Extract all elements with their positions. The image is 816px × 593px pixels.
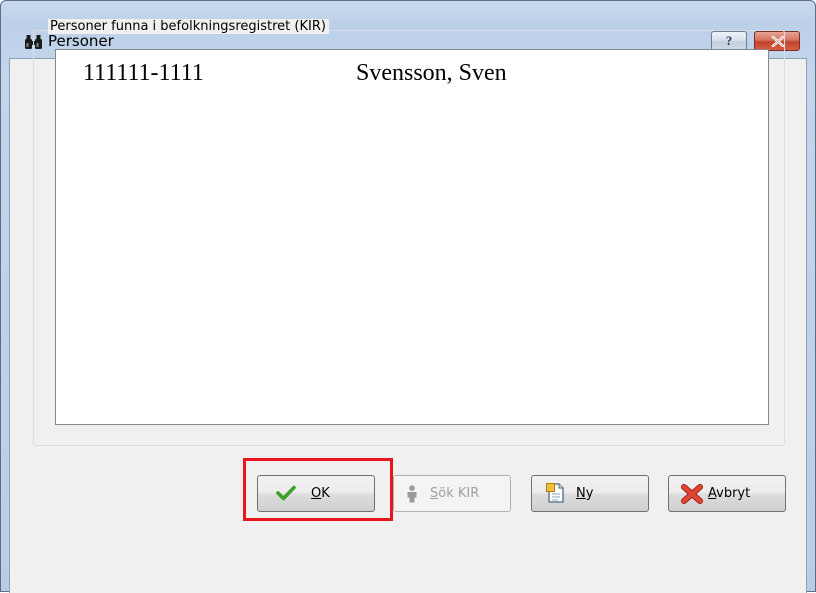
ok-button-highlight — [243, 458, 393, 521]
sok-kir-label: Sök KIR — [430, 486, 480, 501]
person-icon — [406, 485, 418, 507]
personal-number: 111111-1111 — [83, 60, 204, 86]
persons-listbox[interactable]: 111111-1111 Svensson, Sven — [55, 49, 769, 425]
ny-label: Ny — [576, 486, 594, 501]
sok-kir-button[interactable]: Sök KIR — [393, 475, 511, 512]
dialog-window: Personer ? Personer funna i befolkningsr… — [0, 0, 816, 593]
person-name: Svensson, Sven — [356, 60, 507, 86]
avbryt-button[interactable]: Avbryt — [668, 475, 786, 512]
groupbox-label: Personer funna i befolkningsregistret (K… — [48, 19, 329, 34]
avbryt-label: Avbryt — [708, 486, 751, 501]
cancel-x-icon — [681, 484, 703, 508]
new-document-icon — [546, 483, 566, 507]
list-item[interactable]: 111111-1111 Svensson, Sven — [56, 50, 586, 110]
ny-button[interactable]: Ny — [531, 475, 649, 512]
